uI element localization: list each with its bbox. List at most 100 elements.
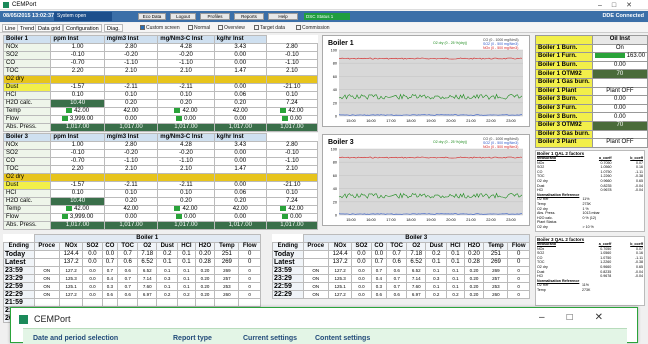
grid-value: 0.10	[286, 190, 298, 196]
dialog-window-controls[interactable]: –□✕	[539, 312, 625, 323]
period-cell: 127.2	[58, 290, 84, 299]
grid-value-cell: 2.10	[265, 67, 319, 76]
period-cell: 251	[214, 250, 240, 259]
grid-value: 0.00	[290, 214, 302, 220]
period-cell: 0.0	[351, 290, 372, 299]
status-value: 0.00	[591, 95, 648, 105]
period-cell: 0	[238, 266, 261, 275]
period-cell: 6.52	[137, 266, 158, 275]
overview-checkbox[interactable]: Overview	[218, 25, 245, 31]
grid-value: 0.00	[234, 52, 247, 58]
level-bar	[176, 116, 183, 121]
window-controls[interactable]: –□✕	[598, 1, 642, 9]
grid-value-cell: -1.10	[265, 59, 319, 68]
grid-value: 1,017.00	[65, 124, 90, 130]
logout-button[interactable]: Logout	[170, 13, 196, 20]
period-cell: 0.0	[351, 274, 372, 283]
status-row: Boiler 1 Burn. 0.00	[535, 60, 648, 71]
tab-diag[interactable]: Diag.	[104, 24, 123, 32]
period-row: Latest 137.2 0.0 0.7 0.6 6.52 0.1 0.1 0.28 269 0	[272, 258, 530, 267]
boiler3-period-table: Boiler 3 Ending Proce NOx SO2 CO TOC O2 Dust HCl H…	[272, 234, 531, 299]
grid-value-cell: 42.00	[157, 107, 215, 116]
period-header-cell: Flow	[238, 242, 261, 251]
grid-header-row: Boiler 1 ppm Inst mg/m3 Inst mg/Nm3-C Inst k…	[2, 35, 318, 44]
period-cell	[137, 298, 158, 307]
period-cell	[82, 298, 103, 307]
custom-screen-checkbox[interactable]: Custom screen	[140, 25, 180, 31]
period-cell: 0.20	[463, 290, 485, 299]
period-cell: 0.1	[177, 258, 196, 267]
period-cell: 0.7	[101, 266, 119, 275]
period-cell: 0.7	[370, 266, 388, 275]
boiler3-trend-chart[interactable]: 100 80 60 40 20 0 15:00 16:00 17:00 18:00 19:00 20:…	[322, 134, 530, 226]
y-tick-label: 100	[331, 148, 337, 152]
grid-value: 2.80	[286, 142, 298, 148]
spacer	[3, 234, 35, 243]
period-cell: 124.4	[327, 250, 353, 259]
current-settings-tab[interactable]: Current settings	[243, 335, 297, 342]
help-button[interactable]: Help	[268, 13, 298, 20]
status-row: Boiler 3 OTM92 70	[535, 120, 648, 131]
status-row: Boiler 3 Plant Plant OFF	[535, 138, 648, 148]
grid-value: -0.70	[70, 60, 85, 66]
level-bar	[282, 116, 289, 121]
grid-value-cell: 2.10	[157, 165, 215, 174]
content-settings-tab[interactable]: Content settings	[315, 335, 370, 342]
eco-data-button[interactable]: Eco Data	[138, 13, 166, 20]
period-cell: 0	[238, 258, 261, 267]
period-cell: 0.1	[156, 282, 179, 291]
grid-value-cell: 2.80	[103, 43, 159, 52]
grid-row: TOC 2.20 2.10 2.10 1.47 2.10	[2, 67, 319, 76]
grid-value: -1.10	[179, 158, 193, 164]
target-data-checkbox[interactable]: Target data	[254, 25, 285, 31]
grid-row: CO -0.70 -1.10 -1.10 0.00 -1.10	[2, 157, 319, 166]
tab-data-grid[interactable]: Data grid	[35, 24, 64, 32]
normal-checkbox[interactable]: Normal	[188, 25, 210, 31]
period-cell: 0.3	[425, 274, 448, 283]
period-cell: 0.20	[194, 250, 216, 259]
period-cell: 124.4	[58, 250, 84, 259]
commission-checkbox[interactable]: Commission	[296, 25, 330, 31]
period-cell: 6.97	[406, 290, 427, 299]
status-label: Boiler 1 Burn.	[535, 60, 593, 71]
y-tick-label: 0	[335, 115, 337, 119]
connection-status: DDE Connected	[602, 13, 644, 19]
status-label: Boiler 3 OTM92	[535, 120, 593, 131]
grid-value: -0.10	[285, 52, 299, 58]
profiles-button[interactable]: Profiles	[200, 13, 230, 20]
grid-header-cell: kg/hr Inst	[213, 133, 267, 142]
plant-status-grid: Oil Inst Boiler 1 Burn. On Boiler 1 Furn. 16…	[535, 35, 648, 148]
trend-legend-nox: NOx (0 - 500 mg/Nm3)	[483, 46, 519, 50]
period-cell: 0.2	[156, 250, 179, 259]
grid-value-cell: 1,017.00	[213, 221, 267, 230]
reports-button[interactable]: Reports	[234, 13, 264, 20]
grid-value: 0.20	[234, 100, 247, 106]
grid-row: O2 dry	[2, 173, 319, 182]
tab-configuration[interactable]: Configuration	[63, 24, 102, 32]
period-cell	[156, 298, 179, 307]
grid-value-cell: 1,017.00	[265, 123, 319, 132]
tab-line[interactable]: Line	[2, 24, 19, 32]
grid-value: 0.00	[125, 214, 137, 220]
period-cell: 0.1	[177, 282, 196, 291]
grid-value: -2.11	[179, 84, 193, 90]
date-period-selection-tab[interactable]: Date and period selection	[33, 335, 118, 342]
period-row: 22:29 ON 127.2 0.0 0.6 0.6 6.97 0.2 0.2 0.20 260 0	[272, 290, 530, 299]
period-cell: 6.52	[137, 258, 158, 267]
period-cell: 0.0	[82, 250, 103, 259]
period-cell: 0.7	[386, 282, 408, 291]
dsc-status-badge[interactable]: DSC Status 1	[304, 13, 350, 20]
grid-value-cell: 0.10	[265, 189, 319, 198]
period-header-row: Ending Proce NOx SO2 CO TOC O2 Dust HCl H2O Temp Fl…	[272, 242, 530, 251]
main-toolbar: 08/05/2015 13:02:37 System open Eco Data…	[0, 11, 648, 22]
grid-value-cell: 2.80	[103, 141, 159, 150]
period-cell: 0.4	[370, 274, 388, 283]
boiler1-trend-chart[interactable]: 100 80 60 40 20 0 15:00 16:00 17:00 18:00 19:00 20:…	[322, 35, 530, 127]
grid-value: -0.20	[124, 150, 138, 156]
grid-value-cell: 0.10	[50, 189, 105, 198]
report-type-tab[interactable]: Report type	[173, 335, 212, 342]
period-cell: 125.3	[327, 274, 353, 283]
grid-row-label: H2O calc.	[2, 197, 52, 206]
y-tick-label: 60	[333, 75, 337, 79]
grid-value-cell: 2.10	[157, 67, 215, 76]
